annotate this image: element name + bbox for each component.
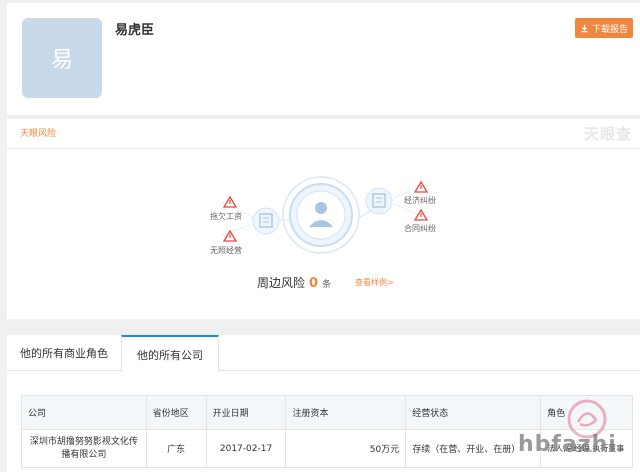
profile-card: 易 易虎臣 下载报告 [7, 3, 640, 115]
tab-bar: 他的所有商业角色 他的所有公司 [7, 335, 640, 372]
download-icon [581, 24, 588, 32]
download-report-button[interactable]: 下载报告 [575, 18, 633, 38]
tab-business-roles[interactable]: 他的所有商业角色 [7, 335, 121, 371]
risk-label-left-0: 拖欠工资 [210, 211, 242, 221]
column-header-region: 省份地区 [145, 395, 207, 430]
risk-unit: 条 [322, 280, 332, 290]
download-report-label: 下载报告 [591, 24, 628, 35]
risk-summary-label: 周边风险 [257, 276, 306, 290]
center-person-node [282, 176, 360, 254]
risk-label-right-1: 合同纠纷 [404, 223, 436, 233]
risk-graph: 拖欠工资 无照经营 经济纠纷 合同纠纷 [210, 176, 436, 255]
table-header-row: 公司 省份地区 开业日期 注册资本 经营状态 角色 [21, 395, 633, 430]
tab-all-companies[interactable]: 他的所有公司 [121, 335, 219, 372]
left-company-node [252, 207, 280, 235]
person-name: 易虎臣 [115, 23, 155, 38]
capital-cell: 50万元 [285, 429, 407, 468]
region-cell: 广东 [145, 429, 207, 468]
column-header-company: 公司 [21, 395, 147, 430]
risk-count: 0 [309, 276, 319, 291]
brand-watermark: 天眼查 [583, 125, 632, 143]
risk-summary: 周边风险 0 条 [257, 274, 331, 291]
column-header-date: 开业日期 [205, 395, 287, 430]
warning-icon [222, 195, 238, 208]
view-example-link[interactable]: 查看样例> [355, 277, 394, 288]
risk-section-title: 天眼风险 [20, 129, 57, 139]
warning-icon [413, 208, 429, 221]
date-cell: 2017-02-17 [205, 429, 287, 468]
watermark-text: hbfazhi [518, 432, 617, 457]
risk-label-right-0: 经济纠纷 [404, 195, 436, 205]
column-header-capital: 注册资本 [285, 395, 407, 430]
risk-card: 天眼风险 天眼查 拖欠工资 无照经营 经济纠纷 合同纠纷 周边风险 0 条 查看… [7, 119, 640, 319]
warning-icon [413, 180, 429, 193]
risk-label-left-1: 无照经营 [210, 245, 242, 255]
company-link[interactable]: 深圳市胡撸努努影视文化传播有限公司 [21, 429, 147, 468]
warning-icon [222, 229, 238, 242]
right-company-node [365, 187, 393, 215]
avatar: 易 [22, 18, 102, 98]
column-header-status: 经营状态 [405, 395, 542, 430]
